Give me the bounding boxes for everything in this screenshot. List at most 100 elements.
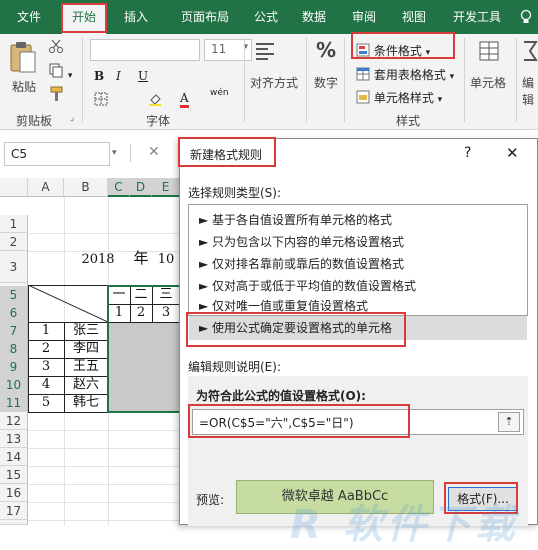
launcher-icon[interactable]: ⌟ [70,113,74,123]
row-header-1[interactable]: 1 [0,215,28,233]
column-header-d[interactable]: D [130,178,152,197]
tab-insert[interactable]: 插入 [114,0,158,34]
rule-type-item[interactable]: ► 基于各自值设置所有单元格的格式 [189,209,527,231]
row-header-6[interactable]: 6 [0,304,28,322]
rule-type-item-selected[interactable]: ► 使用公式确定要设置格式的单元格 [189,316,527,340]
separator [516,38,517,122]
styles-group-label: 样式 [396,114,421,128]
cell-styles-button[interactable]: 单元格样式 ▾ [356,89,442,107]
row-header-17[interactable]: 17 [0,502,28,520]
range-select-icon[interactable]: ⇡ [498,412,520,432]
weekday-header-3[interactable]: 三 [152,286,180,304]
dialog-title-bar[interactable]: 新建格式规则 ? ✕ [180,139,537,169]
editing-label[interactable]: 编辑 [522,74,538,108]
rule-type-list[interactable]: ► 基于各自值设置所有单元格的格式 ► 只为包含以下内容的单元格设置格式 ► 仅… [188,204,528,316]
tab-file[interactable]: 文件 [6,0,52,34]
copy-icon[interactable]: ▾ [48,62,72,81]
row-header-8[interactable]: 8 [0,340,28,358]
format-as-table-button[interactable]: 套用表格格式 ▾ [356,66,454,84]
lightbulb-icon[interactable] [516,0,536,34]
cancel-icon[interactable]: ✕ [148,144,160,160]
row-header-18[interactable] [0,520,28,525]
font-size-value: 11 [211,42,227,56]
format-painter-icon[interactable] [48,86,64,105]
close-button[interactable]: ✕ [506,144,519,162]
name-box-dropdown-icon[interactable]: ▾ [112,148,117,158]
conditional-formatting-button[interactable]: 条件格式 ▾ [356,42,430,60]
number-label[interactable]: 数字 [314,74,338,91]
border-icon[interactable] [94,92,108,109]
paste-button[interactable] [8,40,38,77]
row-number-4[interactable]: 4 [28,376,64,394]
tab-review[interactable]: 审阅 [344,0,384,34]
rule-type-item[interactable]: ► 仅对排名靠前或靠后的数值设置格式 [189,253,527,275]
font-color-button[interactable]: A [180,91,189,108]
select-all-corner[interactable] [0,178,28,197]
row-header-3[interactable]: 3 [0,251,28,283]
name-2[interactable]: 李四 [64,340,108,358]
cell-month[interactable]: 10 [152,251,180,269]
row-header-2[interactable]: 2 [0,233,28,251]
fill-color-icon[interactable] [148,92,162,109]
rule-type-item[interactable]: ► 仅对唯一值或重复值设置格式 [189,297,527,315]
cells-label[interactable]: 单元格 [470,74,506,91]
day-header-1[interactable]: 1 [108,304,130,322]
watermark: R 软件下载 [290,502,519,548]
tab-page-layout[interactable]: 页面布局 [168,0,242,34]
separator [130,144,131,162]
column-header-e[interactable]: E [152,178,180,197]
row-header-12[interactable]: 12 [0,412,28,430]
weekday-header-2[interactable]: 二 [130,286,152,304]
conditional-formatting-label: 条件格式 [373,44,422,58]
tab-home[interactable]: 开始 [62,3,106,34]
font-name-combo[interactable] [90,39,200,61]
alignment-icon[interactable] [254,40,276,65]
cell-year[interactable]: 2018 [76,251,120,269]
day-header-3[interactable]: 3 [152,304,180,322]
name-5[interactable]: 韩七 [64,394,108,412]
percent-icon[interactable]: % [316,38,336,62]
underline-button[interactable]: U [138,69,148,83]
weekday-header-1[interactable]: 一 [108,286,130,304]
row-header-7[interactable]: 7 [0,322,28,340]
gridline [28,502,180,503]
name-3[interactable]: 王五 [64,358,108,376]
bold-button[interactable]: B [94,69,104,83]
cut-icon[interactable] [48,38,64,57]
name-box[interactable]: C5 [4,142,110,166]
column-header-a[interactable]: A [28,178,64,197]
rule-type-item[interactable]: ► 仅对高于或低于平均值的数值设置格式 [189,275,527,297]
table-border [28,412,108,413]
help-button[interactable]: ? [464,145,471,161]
cell-nian[interactable]: 年 [130,249,152,267]
editing-icon[interactable] [522,40,538,65]
name-1[interactable]: 张三 [64,322,108,340]
row-header-16[interactable]: 16 [0,484,28,502]
row-header-10[interactable]: 10 [0,376,28,394]
row-header-5[interactable]: 5 [0,286,28,304]
tab-data[interactable]: 数据 [294,0,334,34]
name-4[interactable]: 赵六 [64,376,108,394]
day-header-2[interactable]: 2 [130,304,152,322]
rule-type-item[interactable]: ► 只为包含以下内容的单元格设置格式 [189,231,527,253]
column-header-c[interactable]: C [108,178,130,197]
tab-view[interactable]: 视图 [394,0,434,34]
tab-formulas[interactable]: 公式 [246,0,286,34]
alignment-label[interactable]: 对齐方式 [250,74,298,91]
dialog-title: 新建格式规则 [190,148,263,162]
row-number-2[interactable]: 2 [28,340,64,358]
cells-icon[interactable] [478,40,500,65]
tab-developer[interactable]: 开发工具 [444,0,510,34]
row-header-14[interactable]: 14 [0,448,28,466]
row-header-11[interactable]: 11 [0,394,28,412]
row-number-3[interactable]: 3 [28,358,64,376]
row-header-9[interactable]: 9 [0,358,28,376]
row-number-5[interactable]: 5 [28,394,64,412]
phonetic-button[interactable]: wén [210,88,229,98]
row-header-15[interactable]: 15 [0,466,28,484]
italic-button[interactable]: I [116,69,121,83]
row-number-1[interactable]: 1 [28,322,64,340]
row-header-13[interactable]: 13 [0,430,28,448]
formula-input[interactable]: =OR(C$5="六",C$5="日") [192,409,524,435]
column-header-b[interactable]: B [64,178,108,197]
